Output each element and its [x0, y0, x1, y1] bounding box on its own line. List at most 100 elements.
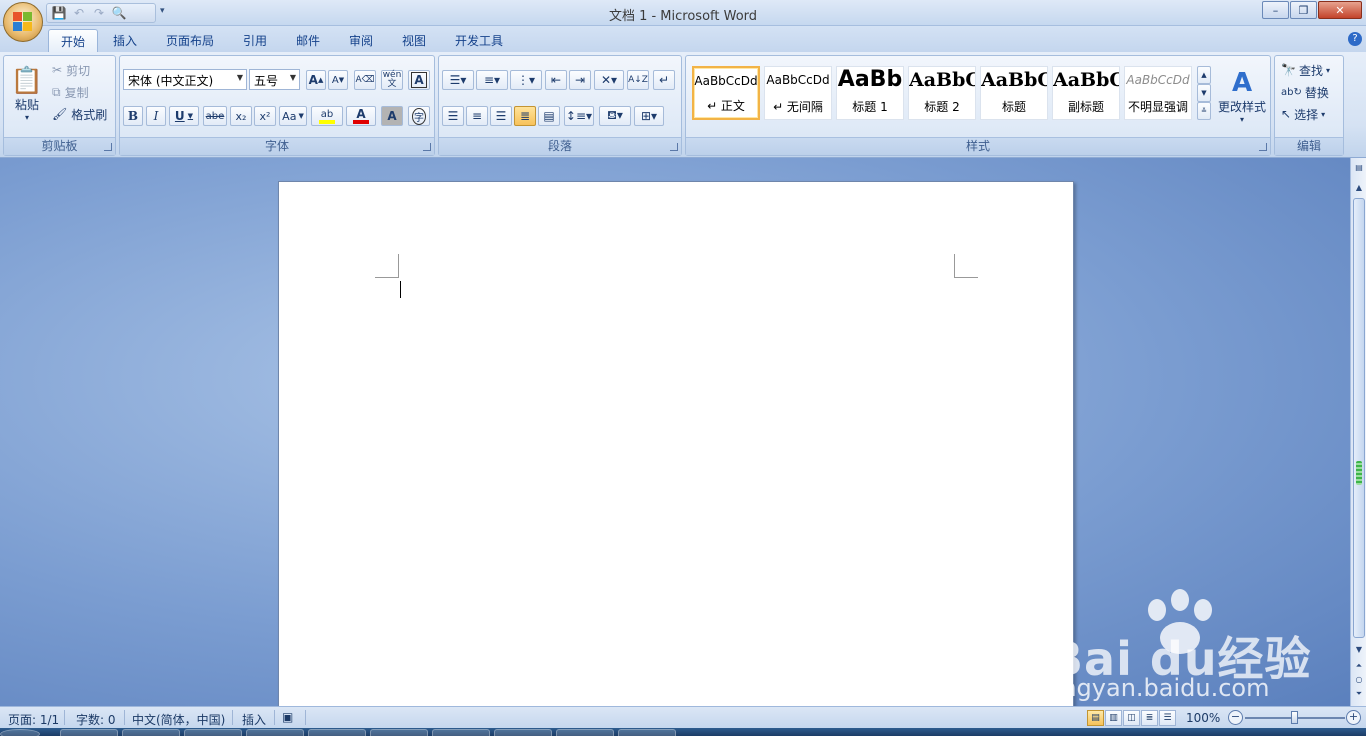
style-normal[interactable]: AaBbCcDd ↵ 正文	[692, 66, 760, 120]
macro-record-icon[interactable]: ▣	[282, 710, 293, 724]
insert-mode[interactable]: 插入	[242, 711, 266, 728]
find-button[interactable]: 🔭 查找 ▾	[1281, 61, 1330, 79]
align-center-button[interactable]: ≡	[466, 106, 488, 126]
previous-page-button[interactable]: ⏶	[1352, 658, 1366, 673]
change-case-button[interactable]: Aa ▼	[279, 106, 307, 126]
bullets-button[interactable]: ☰▾	[442, 70, 474, 90]
cut-button[interactable]: ✂ 剪切	[52, 61, 90, 79]
font-launcher-icon[interactable]	[423, 143, 431, 151]
outline-view-button[interactable]: ≣	[1141, 710, 1158, 726]
align-right-button[interactable]: ☰	[490, 106, 512, 126]
word-count[interactable]: 字数: 0	[76, 711, 116, 728]
borders-button[interactable]: ⊞▾	[634, 106, 664, 126]
change-styles-button[interactable]: A 更改样式 ▾	[1214, 60, 1270, 132]
select-button[interactable]: ↖ 选择 ▾	[1281, 105, 1325, 123]
tab-view[interactable]: 视图	[390, 29, 438, 52]
paragraph-launcher-icon[interactable]	[670, 143, 678, 151]
superscript-button[interactable]: x²	[254, 106, 276, 126]
font-color-button[interactable]: A	[346, 106, 376, 126]
tab-page-layout[interactable]: 页面布局	[154, 29, 226, 52]
style-heading-2[interactable]: AaBbC 标题 2	[908, 66, 976, 120]
multilevel-list-button[interactable]: ⋮▾	[510, 70, 542, 90]
tab-developer[interactable]: 开发工具	[443, 29, 515, 52]
tab-mailings[interactable]: 邮件	[284, 29, 332, 52]
strikethrough-button[interactable]: abe	[203, 106, 227, 126]
subscript-button[interactable]: x₂	[230, 106, 252, 126]
shrink-font-button[interactable]: A ▼	[328, 70, 348, 90]
paste-button[interactable]: 📋 粘贴 ▾	[10, 58, 44, 130]
style-no-spacing[interactable]: AaBbCcDd ↵ 无间隔	[764, 66, 832, 120]
show-marks-button[interactable]: ↵	[653, 70, 675, 90]
taskbar-item[interactable]	[432, 729, 490, 736]
draft-view-button[interactable]: ☰	[1159, 710, 1176, 726]
styles-launcher-icon[interactable]	[1259, 143, 1267, 151]
minimize-button[interactable]: –	[1262, 1, 1289, 19]
grow-font-button[interactable]: A ▲	[306, 70, 326, 90]
taskbar-item[interactable]	[370, 729, 428, 736]
distributed-button[interactable]: ▤	[538, 106, 560, 126]
tab-home[interactable]: 开始	[48, 29, 99, 52]
chinese-layout-button[interactable]: ✕▾	[594, 70, 624, 90]
select-browse-object-button[interactable]: ○	[1352, 672, 1366, 687]
taskbar-item[interactable]	[60, 729, 118, 736]
next-page-button[interactable]: ⏷	[1352, 686, 1366, 701]
styles-scroll-down[interactable]: ▼	[1197, 84, 1211, 102]
style-heading-1[interactable]: AaBb 标题 1	[836, 66, 904, 120]
tab-references[interactable]: 引用	[231, 29, 279, 52]
zoom-out-button[interactable]: −	[1228, 710, 1243, 725]
style-subtle-emphasis[interactable]: AaBbCcDd 不明显强调	[1124, 66, 1192, 120]
styles-more[interactable]: ≚	[1197, 102, 1211, 120]
style-subtitle[interactable]: AaBbC 副标题	[1052, 66, 1120, 120]
font-size-combo[interactable]: 五号 ▼	[249, 69, 300, 90]
increase-indent-button[interactable]: ⇥	[569, 70, 591, 90]
start-button[interactable]	[0, 729, 40, 736]
web-layout-button[interactable]: ◫	[1123, 710, 1140, 726]
zoom-level[interactable]: 100%	[1186, 711, 1220, 725]
underline-button[interactable]: U ▼	[169, 106, 199, 126]
ruler-toggle-icon[interactable]: ▤	[1352, 160, 1366, 175]
format-painter-button[interactable]: 🖌 格式刷	[52, 105, 107, 123]
taskbar-item[interactable]	[246, 729, 304, 736]
taskbar-item[interactable]	[122, 729, 180, 736]
style-title[interactable]: AaBbC 标题	[980, 66, 1048, 120]
scroll-up-button[interactable]: ▲	[1352, 180, 1366, 195]
taskbar-item[interactable]	[308, 729, 366, 736]
office-button[interactable]	[3, 2, 43, 42]
close-button[interactable]: ✕	[1318, 1, 1362, 19]
justify-button[interactable]: ≣	[514, 106, 536, 126]
bold-button[interactable]: B	[123, 106, 143, 126]
taskbar-item[interactable]	[184, 729, 242, 736]
taskbar-item[interactable]	[618, 729, 676, 736]
italic-button[interactable]: I	[146, 106, 166, 126]
align-left-button[interactable]: ☰	[442, 106, 464, 126]
copy-button[interactable]: ⧉ 复制	[52, 83, 89, 101]
page-count[interactable]: 页面: 1/1	[8, 711, 59, 728]
character-border-button[interactable]: A	[408, 70, 430, 90]
enclose-characters-button[interactable]: 字	[408, 106, 430, 126]
zoom-in-button[interactable]: +	[1346, 710, 1361, 725]
replace-button[interactable]: ab↻ 替换	[1281, 83, 1329, 101]
zoom-slider-thumb[interactable]	[1291, 711, 1298, 724]
sort-button[interactable]: A↓Z	[627, 70, 649, 90]
character-shading-button[interactable]: A	[381, 106, 403, 126]
clear-format-button[interactable]: A⌫	[354, 70, 376, 90]
taskbar-item[interactable]	[556, 729, 614, 736]
clipboard-launcher-icon[interactable]	[104, 143, 112, 151]
taskbar-item[interactable]	[494, 729, 552, 736]
vertical-scrollbar[interactable]: ▤ ▲ ▼ ⏶ ○ ⏷	[1350, 158, 1366, 706]
numbering-button[interactable]: ≡▾	[476, 70, 508, 90]
styles-scroll-up[interactable]: ▲	[1197, 66, 1211, 84]
help-icon[interactable]: ?	[1348, 32, 1362, 46]
print-layout-view-button[interactable]: ▤	[1087, 710, 1104, 726]
font-name-combo[interactable]: 宋体 (中文正文) ▼	[123, 69, 247, 90]
scroll-down-button[interactable]: ▼	[1352, 642, 1366, 657]
tab-review[interactable]: 审阅	[337, 29, 385, 52]
phonetic-guide-button[interactable]: wén 文	[381, 70, 403, 90]
maximize-button[interactable]: ❐	[1290, 1, 1317, 19]
full-screen-reading-button[interactable]: ▥	[1105, 710, 1122, 726]
document-page[interactable]	[278, 181, 1074, 706]
shading-button[interactable]: ⛾▾	[599, 106, 631, 126]
decrease-indent-button[interactable]: ⇤	[545, 70, 567, 90]
tab-insert[interactable]: 插入	[101, 29, 149, 52]
scroll-thumb[interactable]	[1353, 198, 1365, 638]
